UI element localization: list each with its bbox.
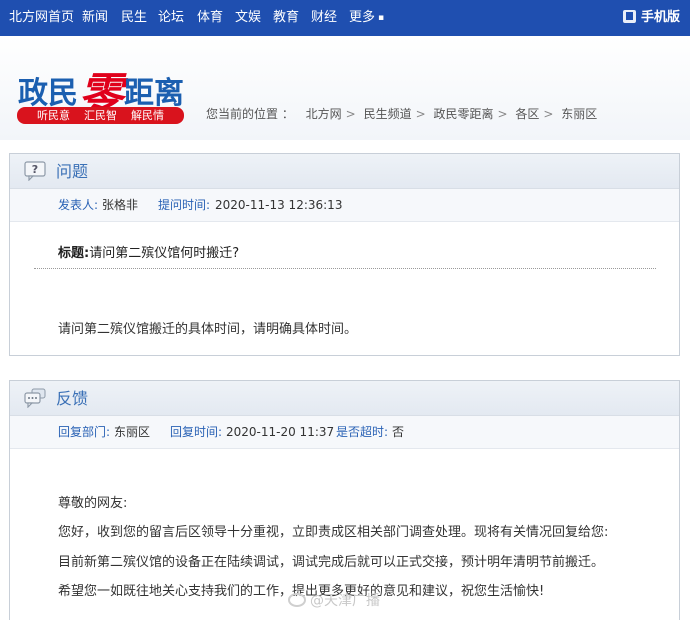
breadcrumb-separator: > <box>543 107 554 121</box>
watermark-text: @天津广播 <box>310 593 380 609</box>
mobile-phone-icon <box>622 10 636 23</box>
reply-greeting: 尊敬的网友: <box>58 496 128 511</box>
poster-name: 张格非 <box>102 198 139 212</box>
breadcrumb-item[interactable]: 政民零距离 <box>433 107 493 121</box>
logo-text-part3: 距离 <box>124 76 184 111</box>
reply-heading: 反馈 <box>56 389 89 408</box>
weibo-icon <box>288 593 306 607</box>
question-heading: 问题 <box>56 162 89 181</box>
reply-time-value: 2020-11-20 11:37 <box>226 425 335 439</box>
breadcrumb-item[interactable]: 北方网 <box>306 107 342 121</box>
overdue-value: 否 <box>392 425 405 439</box>
slogan-item: 汇民智 <box>84 109 117 122</box>
question-panel: ? 问题 发表人: 张格非 提问时间: 2020-11-13 12:36:13 … <box>9 153 680 356</box>
reply-panel: 反馈 回复部门: 东丽区 回复时间: 2020-11-20 11:37 是否超时… <box>9 380 680 620</box>
question-title-text: 请问第二殡仪馆何时搬迁? <box>89 246 240 261</box>
slogan-banner: 听民意 汇民智 解民情 <box>17 107 184 124</box>
nav-entertainment-link[interactable]: 文娱 <box>235 0 261 36</box>
slogan-item: 解民情 <box>131 109 164 122</box>
nav-home-link[interactable]: 北方网首页 <box>9 0 74 36</box>
reply-paragraph: 目前新第二殡仪馆的设备正在陆续调试，调试完成后就可以正式交接，预计明年清明节前搬… <box>58 555 605 570</box>
breadcrumb-item[interactable]: 民生频道 <box>364 107 412 121</box>
logo-text-part1: 政民 <box>18 76 78 111</box>
question-title: 标题:请问第二殡仪馆何时搬迁? <box>58 242 239 261</box>
question-bubble-icon: ? <box>24 161 46 181</box>
question-panel-header: ? 问题 <box>10 154 679 189</box>
reply-time-label: 回复时间: <box>170 425 223 439</box>
more-menu-icon: ▪ <box>378 13 385 23</box>
svg-text:?: ? <box>32 163 38 176</box>
mobile-version-link[interactable]: 手机版 <box>622 0 680 36</box>
nav-news-link[interactable]: 新闻 <box>82 0 108 36</box>
reply-meta-bar: 回复部门: 东丽区 回复时间: 2020-11-20 11:37 是否超时: 否 <box>10 416 679 449</box>
dotted-divider <box>34 268 656 269</box>
nav-finance-link[interactable]: 财经 <box>311 0 337 36</box>
question-body: 请问第二殡仪馆搬迁的具体时间，请明确具体时间。 <box>58 322 358 337</box>
breadcrumb-separator: > <box>345 107 356 121</box>
question-title-label: 标题: <box>58 246 90 261</box>
top-nav-bar: 北方网首页 新闻 民生 论坛 体育 文娱 教育 财经 更多 ▪ 手机版 <box>0 0 690 36</box>
breadcrumb-separator: > <box>497 107 508 121</box>
breadcrumb-separator: > <box>415 107 426 121</box>
nav-livelihood-link[interactable]: 民生 <box>121 0 147 36</box>
breadcrumb-item[interactable]: 东丽区 <box>561 107 597 121</box>
question-meta-bar: 发表人: 张格非 提问时间: 2020-11-13 12:36:13 <box>10 189 679 222</box>
poster-label: 发表人: <box>58 198 99 212</box>
reply-chat-icon <box>24 388 46 408</box>
weibo-watermark: @天津广播 <box>288 590 380 610</box>
page-header: 政民零距离 听民意 汇民智 解民情 您当前的位置 ： 北方网 > 民生频道 > 政民… <box>0 36 690 140</box>
nav-education-link[interactable]: 教育 <box>273 0 299 36</box>
breadcrumb-item[interactable]: 各区 <box>515 107 539 121</box>
nav-forum-link[interactable]: 论坛 <box>158 0 184 36</box>
nav-more-link[interactable]: 更多 ▪ <box>349 0 384 36</box>
reply-dept-value: 东丽区 <box>114 425 151 439</box>
breadcrumb: 您当前的位置 ： 北方网 > 民生频道 > 政民零距离 > 各区 > 东丽区 <box>206 105 597 122</box>
reply-paragraph: 您好，收到您的留言后区领导十分重视，立即责成区相关部门调查处理。现将有关情况回复… <box>58 525 609 540</box>
nav-more-label: 更多 <box>349 10 376 25</box>
mobile-version-label: 手机版 <box>640 10 680 25</box>
reply-dept-label: 回复部门: <box>58 425 111 439</box>
overdue-label: 是否超时: <box>336 425 389 439</box>
nav-sports-link[interactable]: 体育 <box>197 0 223 36</box>
ask-time-label: 提问时间: <box>158 198 211 212</box>
reply-panel-header: 反馈 <box>10 381 679 416</box>
ask-time-value: 2020-11-13 12:36:13 <box>215 198 343 212</box>
breadcrumb-lead: 您当前的位置 ： <box>206 107 294 121</box>
slogan-item: 听民意 <box>37 109 70 122</box>
